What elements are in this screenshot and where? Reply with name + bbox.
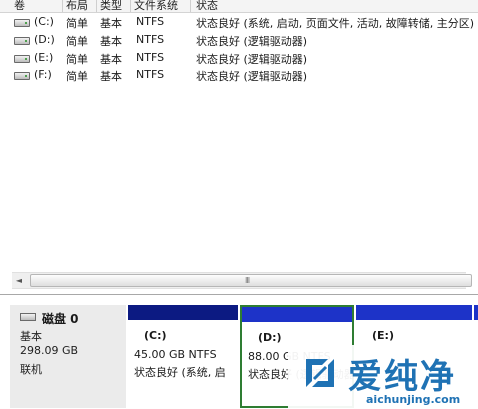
volume-row-d[interactable]: (D:) 简单 基本 NTFS 状态良好 (逻辑驱动器) [0,32,478,49]
partition-color-bar [128,305,238,320]
volume-name: (D:) [34,33,55,46]
volume-row-c[interactable]: (C:) 简单 基本 NTFS 状态良好 (系统, 启动, 页面文件, 活动, … [0,14,478,31]
volume-row-f[interactable]: (F:) 简单 基本 NTFS 状态良好 (逻辑驱动器) [0,67,478,84]
disk-size: 298.09 GB [20,344,79,357]
watermark: 爱纯净 aichunjing.com [288,345,478,408]
drive-icon [14,37,30,45]
watermark-url: aichunjing.com [366,393,461,406]
volume-status: 状态良好 (系统, 启动, 页面文件, 活动, 故障转储, 主分区) [196,17,475,30]
partition-color-bar [356,305,472,320]
partition-color-bar [474,305,478,320]
scrollbar-grip-icon: III [245,276,250,285]
volume-type: 基本 [100,70,122,83]
watermark-brand: 爱纯净 [348,357,456,397]
volume-filesystem: NTFS [136,68,165,81]
volume-type: 基本 [100,17,122,30]
partition-name: (D:) [258,331,282,344]
volume-status: 状态良好 (逻辑驱动器) [196,70,308,83]
drive-icon [14,72,30,80]
partition-name: (C:) [144,329,167,342]
volume-filesystem: NTFS [136,51,165,64]
volume-status: 状态良好 (逻辑驱动器) [196,53,308,66]
partition-name: (E:) [372,329,394,342]
disk-name: 磁盘 0 [42,312,79,326]
partition-c[interactable]: (C:) 45.00 GB NTFS 状态良好 (系统, 启 [128,305,238,408]
column-header-filesystem[interactable]: 文件系统 [134,0,178,12]
disk-icon [20,313,36,321]
column-divider[interactable] [130,0,131,12]
volume-type: 基本 [100,35,122,48]
volume-name: (C:) [34,15,54,28]
drive-icon [14,19,30,27]
column-header-type[interactable]: 类型 [100,0,122,12]
volume-name: (F:) [34,68,52,81]
scrollbar-thumb[interactable]: III [30,274,472,287]
volume-type: 基本 [100,53,122,66]
volume-filesystem: NTFS [136,15,165,28]
volume-layout: 简单 [66,17,88,30]
partition-size: 45.00 GB NTFS [134,348,217,361]
drive-icon [14,55,30,63]
volume-layout: 简单 [66,53,88,66]
disk-type: 基本 [20,330,42,343]
disk-state: 联机 [20,363,42,376]
volume-layout: 简单 [66,70,88,83]
partition-status: 状态良好 (系统, 启 [134,366,226,379]
column-divider[interactable] [190,0,191,12]
scroll-left-arrow-icon[interactable]: ◄ [12,273,26,288]
volume-name: (E:) [34,51,54,64]
column-header-volume[interactable]: 卷 [14,0,25,12]
volume-status: 状态良好 (逻辑驱动器) [196,35,308,48]
volume-row-e[interactable]: (E:) 简单 基本 NTFS 状态良好 (逻辑驱动器) [0,50,478,67]
volume-list-header: 卷 布局 类型 文件系统 状态 [0,0,478,13]
column-divider[interactable] [96,0,97,12]
watermark-logo-icon [306,359,334,387]
volume-filesystem: NTFS [136,33,165,46]
horizontal-scrollbar[interactable]: ◄ III [12,272,472,289]
column-divider[interactable] [62,0,63,12]
column-header-layout[interactable]: 布局 [66,0,88,12]
column-header-status[interactable]: 状态 [196,0,218,12]
volume-layout: 简单 [66,35,88,48]
partition-color-bar [242,307,352,322]
